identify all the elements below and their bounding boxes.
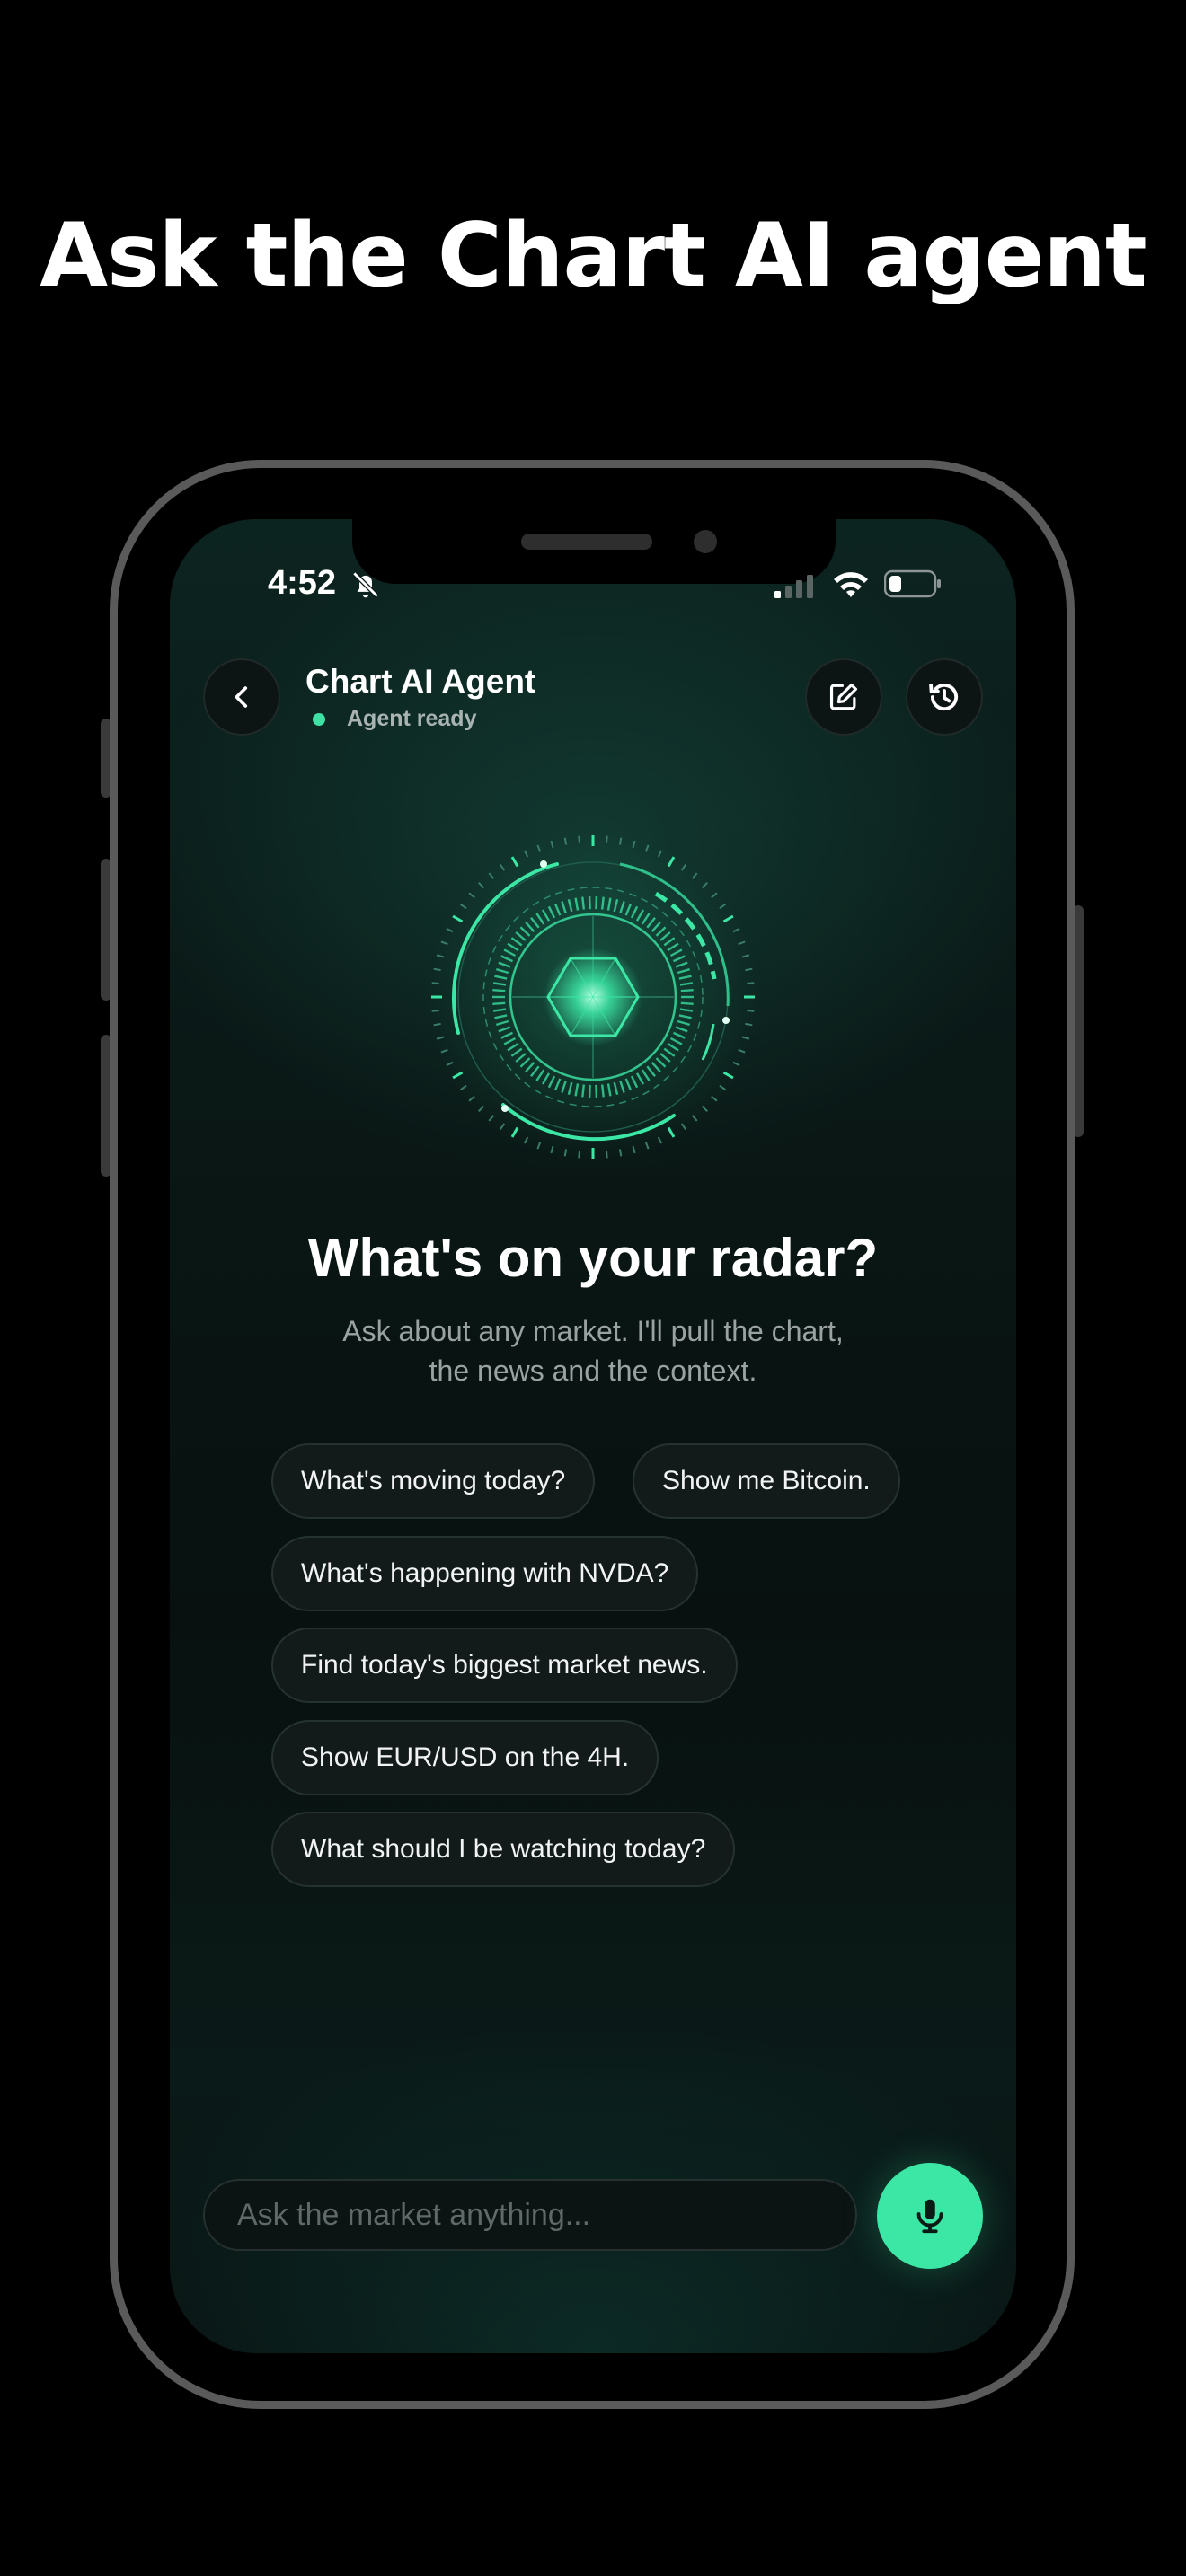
ask-input[interactable]: [203, 2179, 857, 2251]
prompt-title: What's on your radar?: [307, 1228, 879, 1288]
microphone-button[interactable]: [877, 2163, 983, 2269]
app-screen: [170, 519, 1016, 2353]
agent-title: Chart AI Agent: [305, 663, 536, 700]
battery-icon: [884, 569, 941, 598]
signal-icon: [774, 575, 813, 598]
new-chat-button[interactable]: [805, 658, 882, 736]
prompt-subtitle-line-1: Ask about any market. I'll pull the char…: [342, 1315, 844, 1347]
edit-icon: [829, 683, 858, 710]
radar-graphic: [427, 831, 759, 1163]
suggestion-chip[interactable]: Show EUR/USD on the 4H.: [271, 1720, 659, 1795]
suggestion-chip[interactable]: Find today's biggest market news.: [271, 1628, 738, 1703]
speaker: [521, 534, 652, 550]
status-time: 4:52: [268, 564, 337, 602]
bell-slash-icon: [352, 571, 379, 598]
suggestion-chip[interactable]: What's moving today?: [271, 1443, 596, 1519]
camera: [694, 530, 717, 553]
prompt-subtitle-line-2: the news and the context.: [429, 1354, 757, 1387]
chevron-left-icon: [235, 686, 248, 708]
suggestion-chip[interactable]: What's happening with NVDA?: [271, 1536, 699, 1611]
notch: [352, 519, 836, 584]
ready-status-dot: [313, 713, 325, 726]
headline: Ask the Chart AI agent: [40, 205, 1147, 307]
suggestion-chip[interactable]: Show me Bitcoin.: [633, 1443, 900, 1519]
back-button[interactable]: [203, 658, 280, 736]
history-button[interactable]: [906, 658, 983, 736]
microphone-icon: [916, 2199, 943, 2234]
history-icon: [929, 683, 959, 711]
agent-status: Agent ready: [347, 706, 477, 731]
wifi-icon: [834, 572, 868, 597]
suggestion-chip[interactable]: What should I be watching today?: [271, 1812, 736, 1887]
prompt-subtitle: Ask about any market. I'll pull the char…: [270, 1311, 916, 1390]
